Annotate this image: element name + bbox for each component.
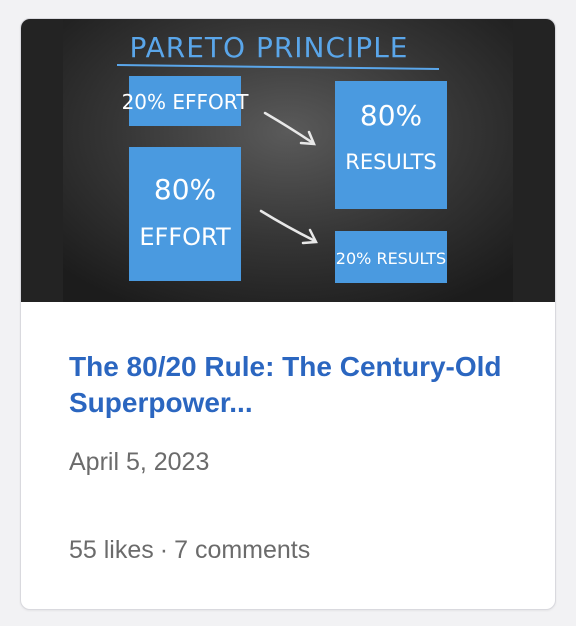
comments-count[interactable]: 7 comments (174, 536, 310, 564)
meta-separator: · (159, 536, 169, 564)
box-20-results-label: 20% RESULTS (336, 249, 446, 268)
likes-count[interactable]: 55 likes (69, 536, 154, 564)
pareto-heading: PARETO PRINCIPLE (130, 31, 409, 64)
box-80-effort-top: 80% (154, 173, 216, 206)
box-80-effort-bottom: EFFORT (139, 223, 231, 251)
post-title[interactable]: The 80/20 Rule: The Century-Old Superpow… (69, 349, 529, 421)
post-engagement: 55 likes · 7 comments (69, 535, 310, 565)
box-80-results-bottom: RESULTS (345, 150, 437, 174)
pareto-chalkboard-image: PARETO PRINCIPLE 20% EFFORT 80% EFFORT 8… (21, 19, 555, 302)
post-card[interactable]: PARETO PRINCIPLE 20% EFFORT 80% EFFORT 8… (20, 18, 556, 610)
box-80-results-top: 80% (360, 99, 422, 132)
box-80-effort (129, 147, 241, 281)
post-thumbnail[interactable]: PARETO PRINCIPLE 20% EFFORT 80% EFFORT 8… (21, 19, 555, 302)
post-date: April 5, 2023 (69, 448, 210, 476)
box-20-effort-label: 20% EFFORT (122, 90, 250, 114)
